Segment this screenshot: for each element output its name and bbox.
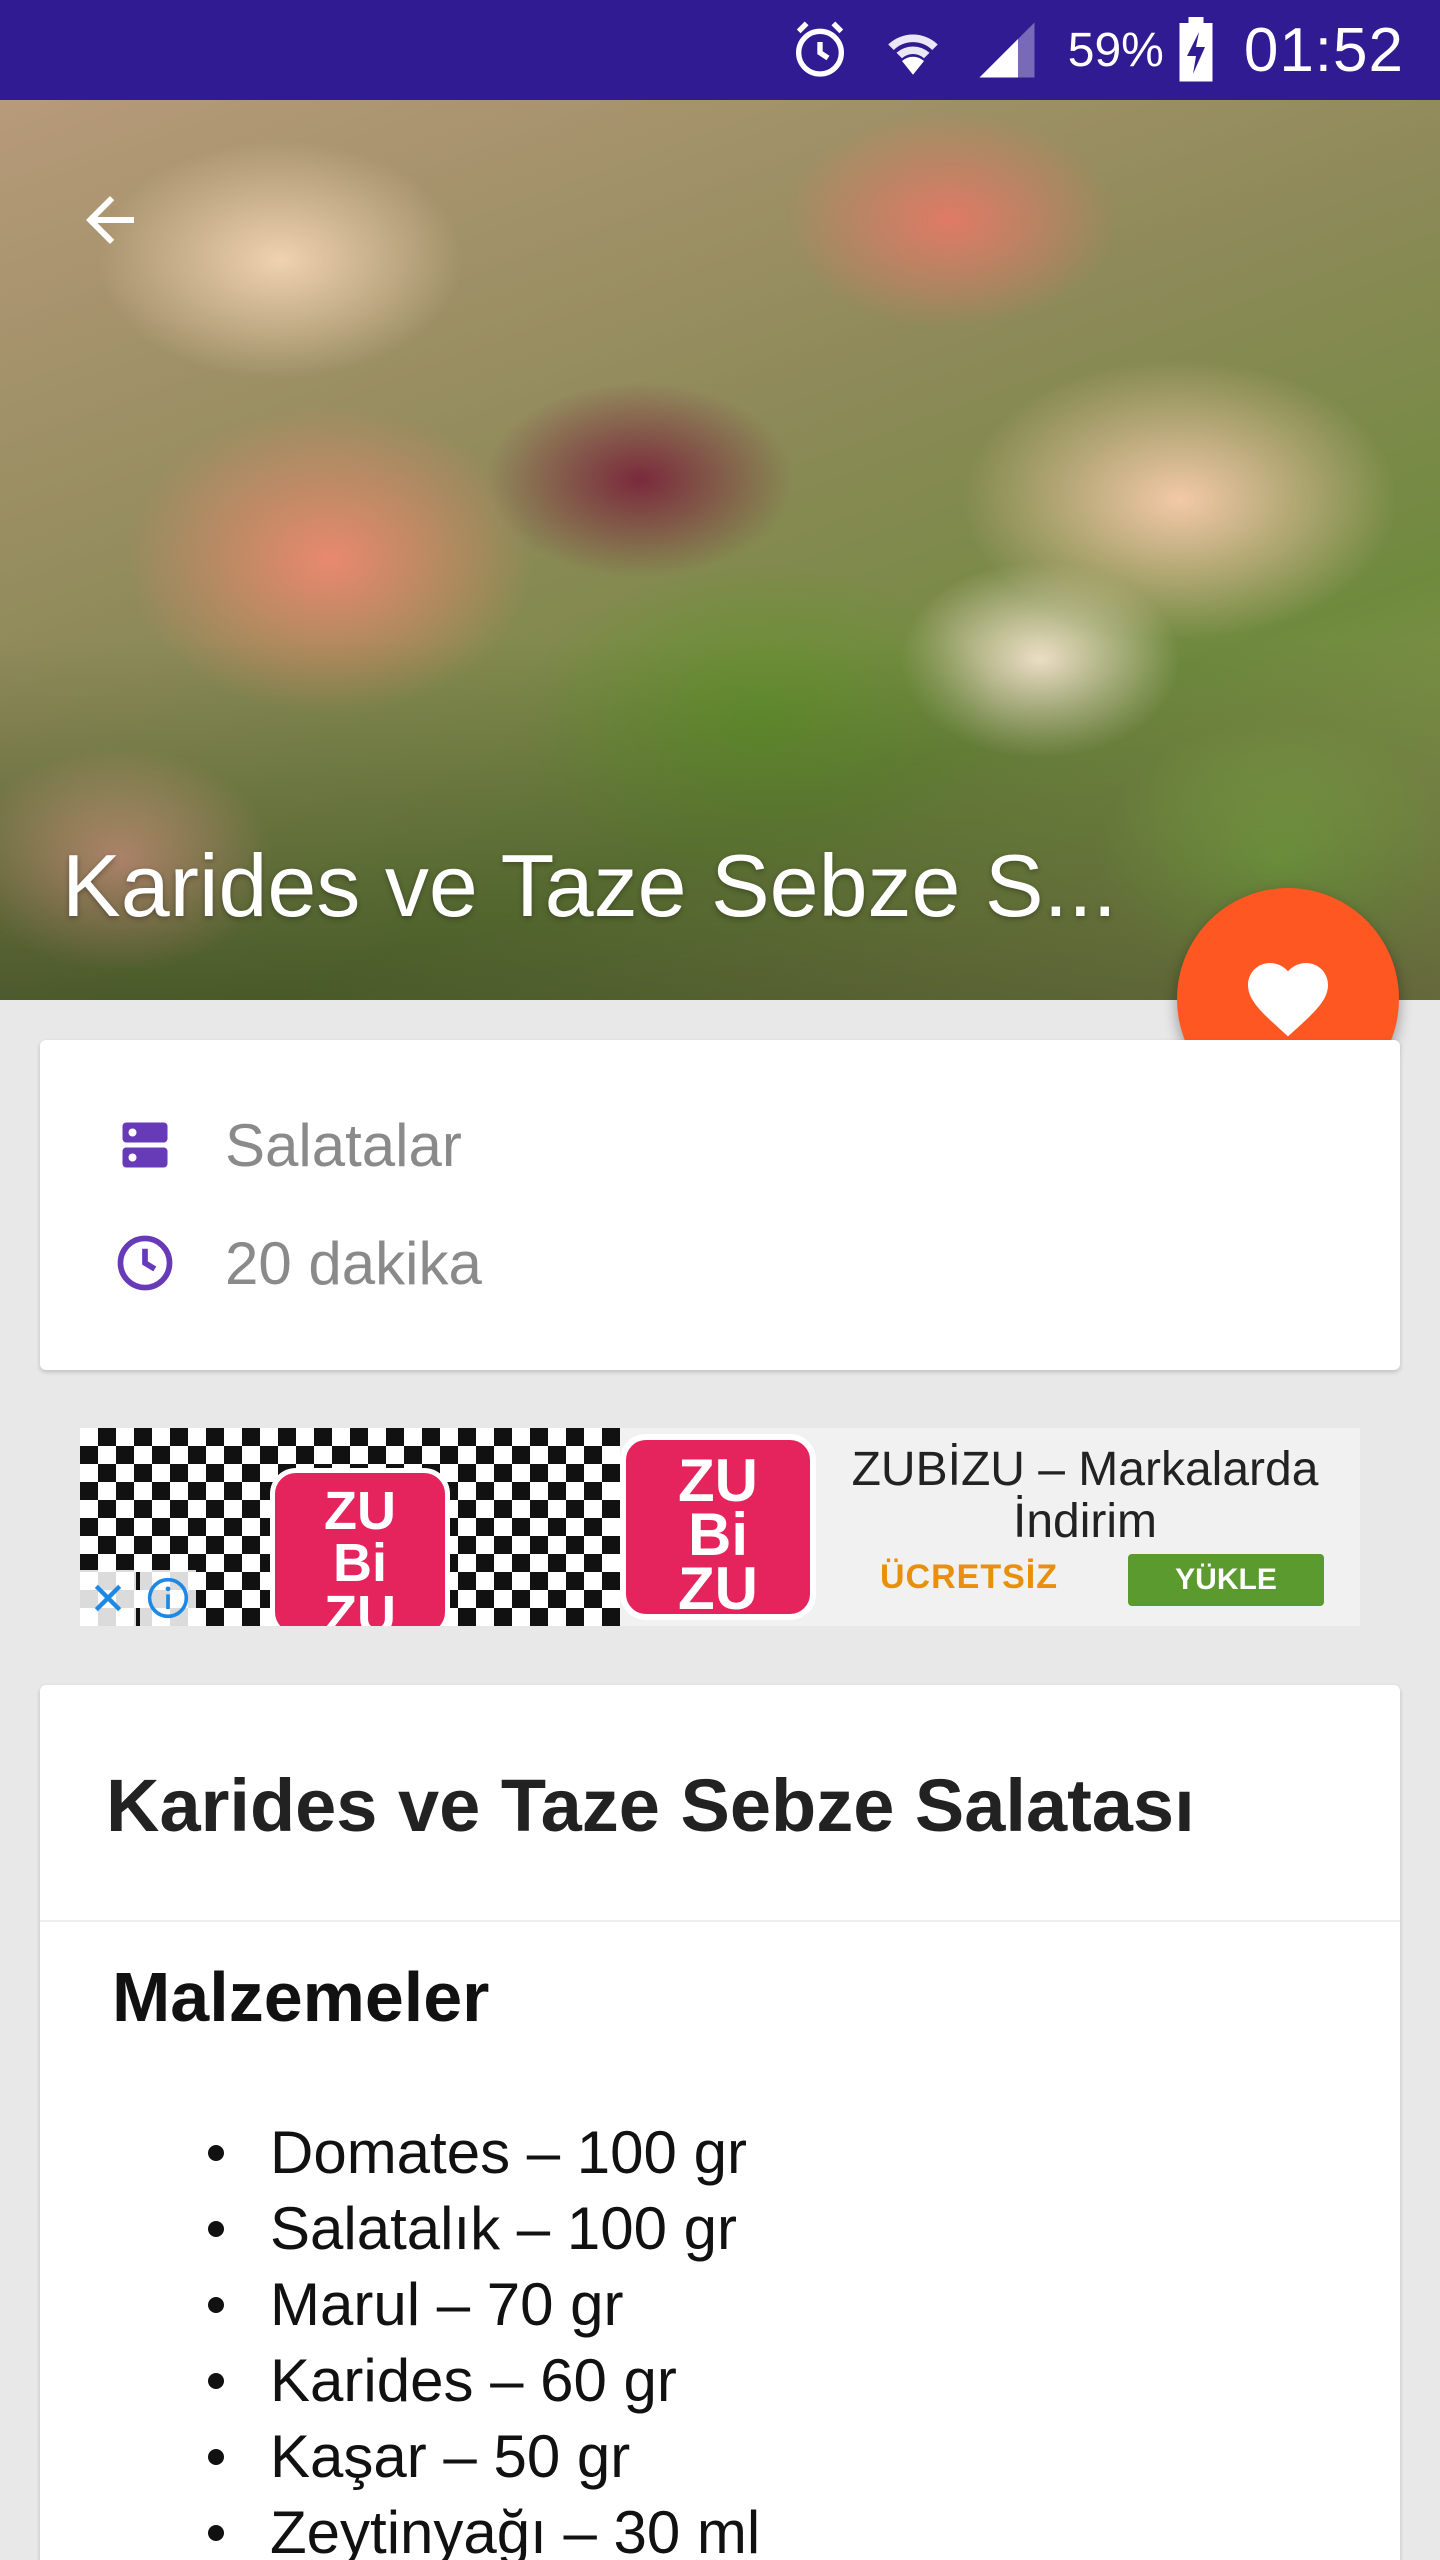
ad-close-button[interactable]	[80, 1570, 136, 1626]
category-icon	[110, 1110, 180, 1180]
status-bar: 59% 01:52	[0, 0, 1440, 100]
duration-label: 20 dakika	[225, 1229, 482, 1297]
recipe-card: Karides ve Taze Sebze Salatası Malzemele…	[40, 1685, 1400, 2560]
ingredients-list: Domates – 100 gr Salatalık – 100 gr Maru…	[200, 2115, 760, 2560]
ad-logo-small-line-1: ZU	[324, 1481, 396, 1541]
clock: 01:52	[1243, 15, 1404, 85]
ad-logo-small: ZU Bi ZU	[270, 1468, 450, 1626]
ad-logo-line-1: ZU	[678, 1447, 758, 1514]
ingredient-item: Kaşar – 50 gr	[200, 2419, 760, 2495]
close-icon	[94, 1584, 122, 1612]
ad-logo-small-line-3: ZU	[324, 1585, 396, 1626]
ad-info-button[interactable]	[140, 1570, 196, 1626]
divider	[40, 1920, 1400, 1922]
ad-app-logo: ZU Bi ZU	[620, 1434, 816, 1620]
recipe-hero-image: Karides ve Taze Sebze S...	[0, 100, 1440, 1000]
heart-icon	[1248, 963, 1328, 1037]
ad-title: ZUBİZU – Markalarda İndirim	[851, 1443, 1319, 1548]
ingredient-item: Salatalık – 100 gr	[200, 2191, 760, 2267]
ingredient-item: Karides – 60 gr	[200, 2343, 760, 2419]
duration-row: 20 dakika	[40, 1228, 482, 1298]
recipe-info-card: Salatalar 20 dakika	[40, 1040, 1400, 1370]
ad-install-button[interactable]: YÜKLE	[1128, 1554, 1324, 1606]
ad-logo-line-3: ZU	[678, 1555, 758, 1622]
category-label: Salatalar	[225, 1111, 462, 1179]
wifi-icon	[880, 17, 946, 83]
battery-charging-icon	[1176, 17, 1216, 83]
ad-free-label: ÜCRETSİZ	[880, 1558, 1058, 1596]
ad-logo-small-line-2: Bi	[333, 1533, 387, 1593]
arrow-left-icon	[86, 196, 134, 244]
alarm-icon	[788, 18, 852, 82]
ingredient-item: Domates – 100 gr	[200, 2115, 760, 2191]
signal-icon	[974, 17, 1040, 83]
recipe-title: Karides ve Taze Sebze Salatası	[106, 1764, 1195, 1847]
ingredient-item: Zeytinyağı – 30 ml	[200, 2495, 760, 2560]
back-button[interactable]	[60, 170, 160, 270]
hero-title: Karides ve Taze Sebze S...	[62, 836, 1117, 935]
info-icon	[147, 1577, 189, 1619]
battery-percent: 59%	[1067, 23, 1164, 77]
clock-icon	[110, 1228, 180, 1298]
ad-banner[interactable]: ZU Bi ZU ZU Bi ZU ZUBİZU – Markalarda İn…	[80, 1428, 1360, 1626]
ad-logo-line-2: Bi	[688, 1501, 748, 1568]
ingredients-heading: Malzemeler	[112, 1958, 490, 2036]
category-row: Salatalar	[40, 1110, 462, 1180]
ingredient-item: Marul – 70 gr	[200, 2267, 760, 2343]
